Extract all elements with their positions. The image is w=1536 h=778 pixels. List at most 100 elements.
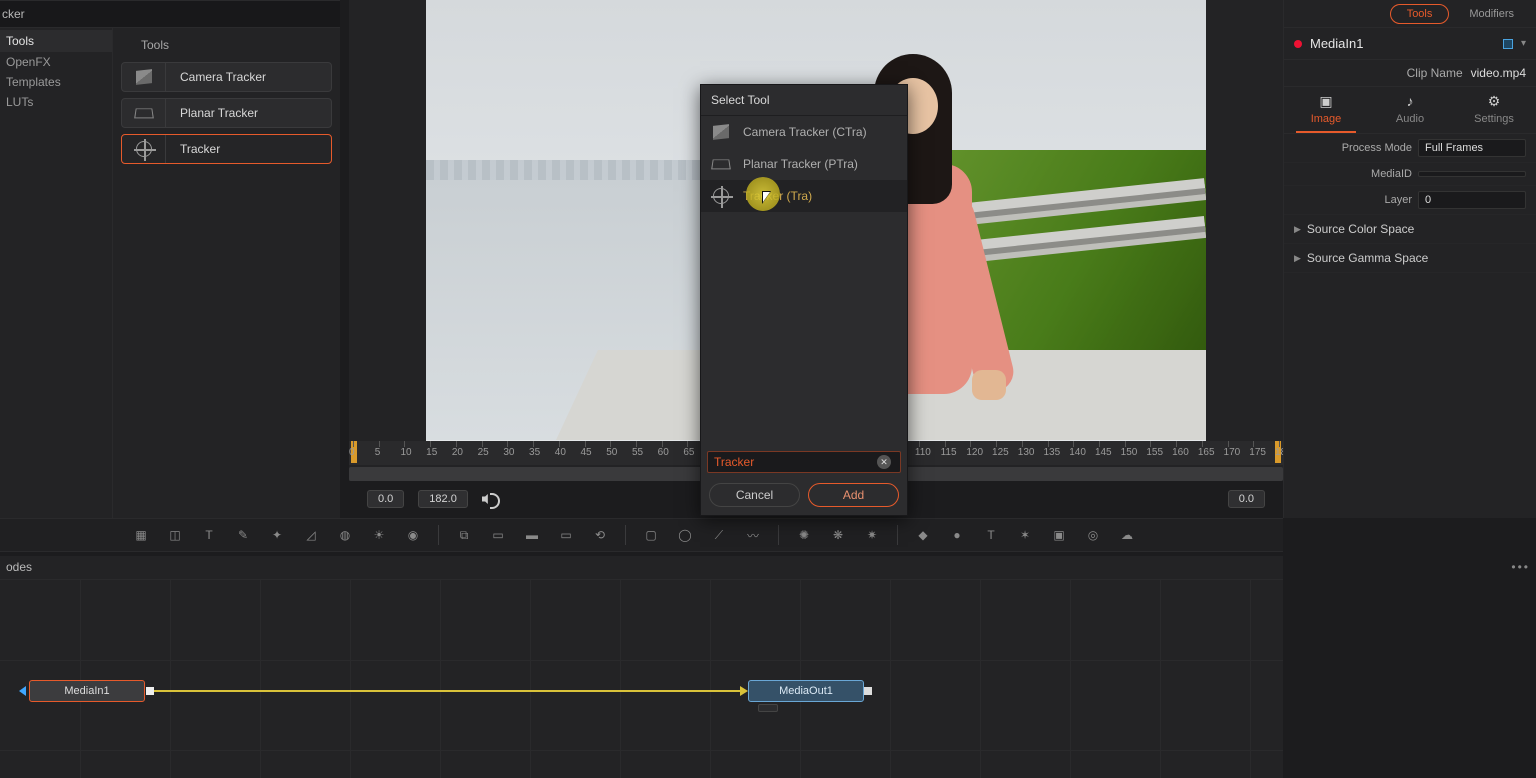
time-duration-field[interactable]: 182.0	[418, 490, 468, 508]
ruler-label: 30	[503, 447, 514, 458]
image-icon: ▣	[1296, 93, 1356, 111]
select-tool-option-planar[interactable]: Planar Tracker (PTra)	[701, 148, 907, 180]
ruler-label: 65	[683, 447, 694, 458]
time-right-field[interactable]: 0.0	[1228, 490, 1265, 508]
ruler-label: 170	[1224, 447, 1241, 458]
inspector-subtab-settings[interactable]: ⚙ Settings	[1464, 93, 1524, 133]
node-media-out[interactable]: MediaOut1	[748, 680, 864, 702]
audio-icon: ♪	[1380, 93, 1440, 111]
toolbar-ramp-icon[interactable]: ◿	[300, 524, 322, 546]
inspector-chevron-icon[interactable]: ▾	[1521, 38, 1526, 49]
port-out2-icon[interactable]	[864, 687, 872, 695]
inspector-prop-layer: Layer 0	[1284, 186, 1536, 215]
port-out-icon[interactable]	[146, 687, 154, 695]
port-in-icon[interactable]	[19, 686, 26, 696]
toolbar-p-render-icon[interactable]: ✷	[861, 524, 883, 546]
inspector-subtab-image[interactable]: ▣ Image	[1296, 93, 1356, 133]
toolbar-bspline-icon[interactable]: 〰	[742, 524, 764, 546]
effects-tool-label: Tracker	[166, 142, 220, 156]
settings-icon: ⚙	[1464, 93, 1524, 111]
inspector-prop-value[interactable]: 0	[1418, 191, 1526, 209]
search-clear-icon[interactable]: ✕	[877, 455, 891, 469]
toolbar-mask-rect-icon[interactable]: ▬	[521, 524, 543, 546]
ruler-label: 135	[1044, 447, 1061, 458]
inspector-prop-value[interactable]	[1418, 171, 1526, 177]
inspector-prop-key: Layer	[1294, 194, 1412, 206]
select-tool-title: Select Tool	[701, 85, 907, 116]
flow-header: odes	[0, 556, 1283, 580]
toolbar-resize-icon[interactable]: ▭	[487, 524, 509, 546]
wire-arrow-icon	[740, 686, 748, 696]
select-tool-search-input[interactable]	[707, 451, 901, 473]
effects-tool-camera-tracker[interactable]: Camera Tracker	[121, 62, 332, 92]
ruler-label: 35	[529, 447, 540, 458]
audio-toggle-icon[interactable]	[482, 492, 498, 506]
inspector-prop-value[interactable]: Full Frames	[1418, 139, 1526, 157]
toolbar-erode-icon[interactable]: ◍	[334, 524, 356, 546]
toolbar-polyline-icon[interactable]: ⟋	[708, 524, 730, 546]
track-icon	[713, 188, 729, 204]
toolbar-merge-icon[interactable]: ◫	[164, 524, 186, 546]
toolbar-shape3d-icon[interactable]: ◆	[912, 524, 934, 546]
ruler-label: 150	[1121, 447, 1138, 458]
node-thumb-icon[interactable]	[758, 704, 778, 712]
effects-tool-tracker[interactable]: Tracker	[121, 134, 332, 164]
time-in-field[interactable]: 0.0	[367, 490, 404, 508]
flow-options-icon[interactable]: •••	[1511, 560, 1530, 574]
effects-category-templates[interactable]: Templates	[0, 72, 112, 92]
toolbar-image-plane-icon[interactable]: ☁	[1116, 524, 1138, 546]
toolbar-brightness-icon[interactable]: ☀	[368, 524, 390, 546]
inspector-section-source-color-space[interactable]: ▶ Source Color Space	[1284, 215, 1536, 244]
chevron-right-icon: ▶	[1294, 224, 1301, 235]
node-media-in[interactable]: MediaIn1	[29, 680, 145, 702]
select-tool-option-label: Tracker (Tra)	[743, 189, 812, 203]
inspector-tab-tools[interactable]: Tools	[1390, 4, 1450, 24]
node-media-out-label: MediaOut1	[779, 685, 833, 697]
inspector-subtab-audio[interactable]: ♪ Audio	[1380, 93, 1440, 133]
toolbar-paint-icon[interactable]: ✎	[232, 524, 254, 546]
toolbar-p-emit-icon[interactable]: ❋	[827, 524, 849, 546]
inspector-view-toggle-icon[interactable]	[1503, 39, 1513, 49]
select-tool-cancel-button[interactable]: Cancel	[709, 483, 800, 507]
select-tool-option-label: Planar Tracker (PTra)	[743, 157, 858, 171]
node-media-in-label: MediaIn1	[64, 685, 109, 697]
toolbar-letterbox-icon[interactable]: ▭	[555, 524, 577, 546]
ruler-label: 140	[1069, 447, 1086, 458]
toolbar-text-icon[interactable]: T	[198, 524, 220, 546]
inspector-section-source-gamma-space[interactable]: ▶Source Gamma Space	[1284, 244, 1536, 273]
inspector-prop-process-mode: Process Mode Full Frames	[1284, 134, 1536, 163]
ruler-label: 115	[941, 447, 957, 458]
effects-tool-label: Planar Tracker	[166, 106, 258, 120]
toolbar-particles-icon[interactable]: ✺	[793, 524, 815, 546]
toolbar-background-icon[interactable]: ▦	[130, 524, 152, 546]
effects-category-openfx[interactable]: OpenFX	[0, 52, 112, 72]
toolbar-blur-icon[interactable]: ◉	[402, 524, 424, 546]
toolbar-render3d-icon[interactable]: ◎	[1082, 524, 1104, 546]
ruler-label: 20	[452, 447, 463, 458]
inspector-section-label: Source Color Space	[1307, 222, 1414, 236]
effects-sidebar: Tools OpenFXTemplatesLUTs	[0, 28, 113, 518]
ruler-label: 60	[658, 447, 669, 458]
toolbar-crop-icon[interactable]: ⧉	[453, 524, 475, 546]
flow-node-graph[interactable]: MediaIn1 MediaOut1	[0, 580, 1283, 778]
ruler-label: 155	[1146, 447, 1163, 458]
toolbar-text3d-icon[interactable]: T	[980, 524, 1002, 546]
select-tool-add-button[interactable]: Add	[808, 483, 899, 507]
effects-tool-planar-tracker[interactable]: Planar Tracker	[121, 98, 332, 128]
toolbar-sphere-icon[interactable]: ●	[946, 524, 968, 546]
inspector-enable-dot-icon[interactable]	[1294, 40, 1302, 48]
select-tool-option-camera[interactable]: Camera Tracker (CTra)	[701, 116, 907, 148]
inspector-prop-key: Process Mode	[1294, 142, 1412, 154]
effects-category-luts[interactable]: LUTs	[0, 92, 112, 112]
ruler-label: 130	[1018, 447, 1035, 458]
inspector-tab-modifiers[interactable]: Modifiers	[1453, 5, 1530, 23]
toolbar-separator	[778, 525, 779, 545]
toolbar-transform-icon[interactable]: ⟲	[589, 524, 611, 546]
ruler-label: 25	[478, 447, 489, 458]
toolbar-ellipse-icon[interactable]: ◯	[674, 524, 696, 546]
toolbar-sparkle-icon[interactable]: ✦	[266, 524, 288, 546]
toolbar-spot-icon[interactable]: ✶	[1014, 524, 1036, 546]
toolbar-rect-icon[interactable]: ▢	[640, 524, 662, 546]
select-tool-option-tracker[interactable]: Tracker (Tra)	[701, 180, 907, 212]
toolbar-camera3d-icon[interactable]: ▣	[1048, 524, 1070, 546]
